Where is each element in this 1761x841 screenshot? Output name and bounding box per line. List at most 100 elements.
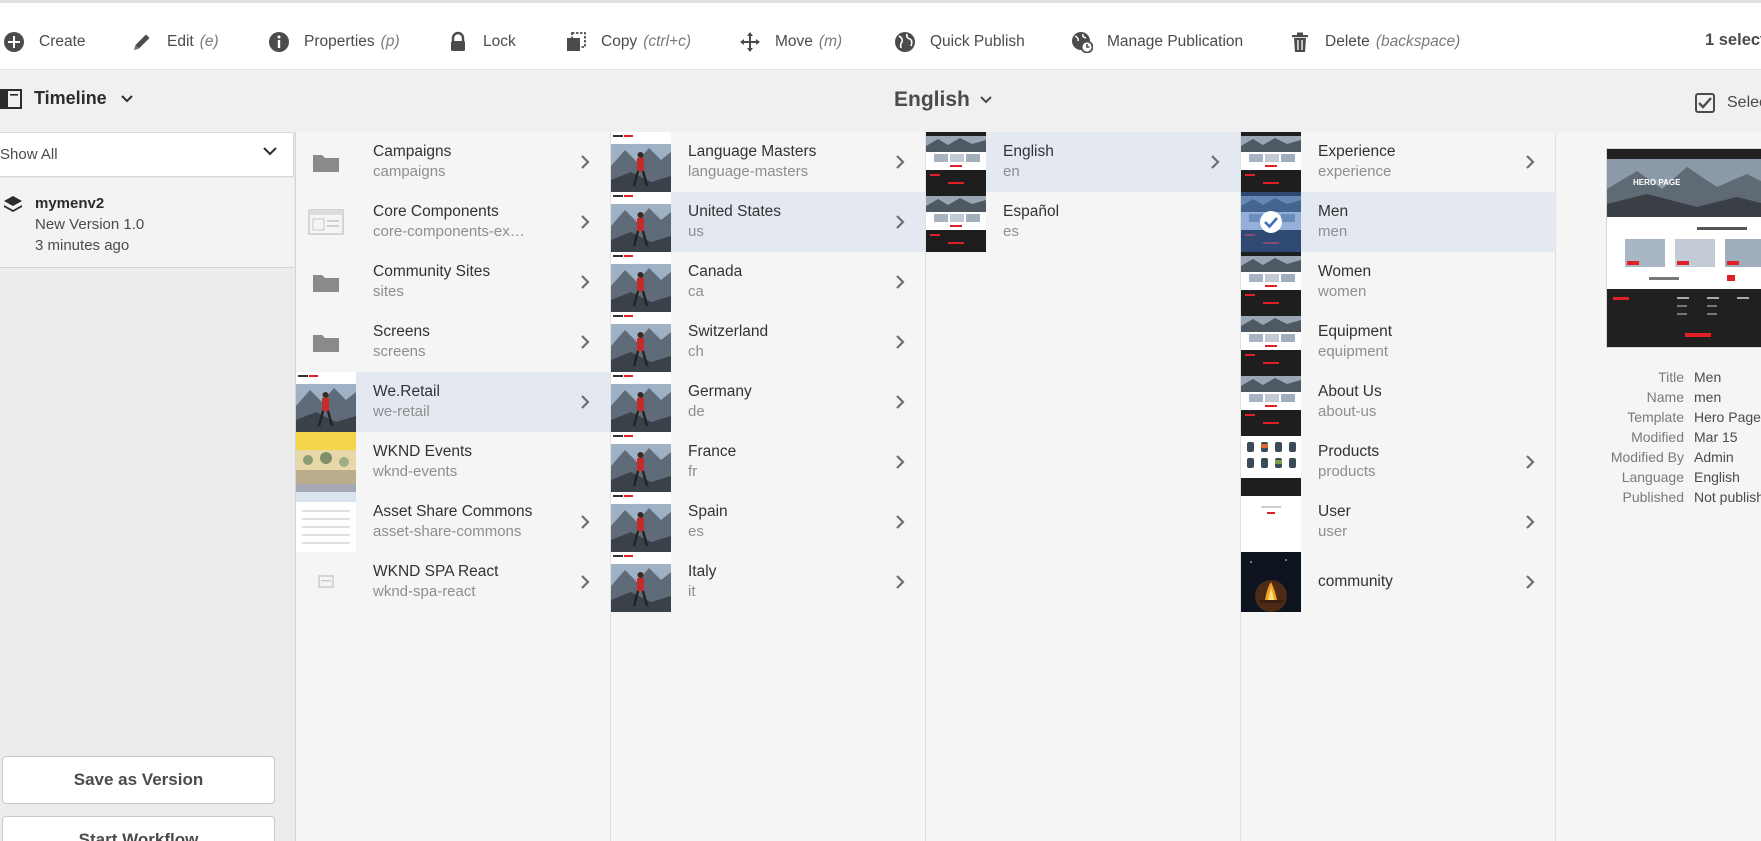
timeline-filter-dropdown[interactable]: Show All — [0, 132, 294, 177]
list-item[interactable]: United States us — [611, 192, 925, 252]
add-circle-icon — [4, 32, 24, 52]
rail-view-switcher[interactable]: Timeline — [0, 88, 133, 109]
column-we-retail: Language Masters language-masters United S… — [611, 132, 926, 841]
delete-button[interactable]: Delete (backspace) — [1289, 25, 1460, 59]
copy-button[interactable]: Copy (ctrl+c) — [565, 25, 691, 59]
chevron-right-icon[interactable] — [895, 274, 905, 290]
list-item[interactable]: User user — [1241, 492, 1555, 552]
item-path-name: de — [688, 403, 705, 420]
info-icon — [269, 32, 289, 52]
list-item[interactable]: Canada ca — [611, 252, 925, 312]
folder-icon — [296, 252, 356, 312]
pencil-icon — [134, 34, 150, 50]
item-path-name: us — [688, 223, 704, 240]
item-title: Men — [1318, 203, 1349, 220]
list-item[interactable]: English en — [926, 132, 1240, 192]
thumbnail-image — [611, 132, 671, 192]
list-item[interactable]: community — [1241, 552, 1555, 612]
thumbnail-image — [1241, 252, 1301, 312]
item-thumbnail — [296, 252, 356, 312]
list-item[interactable]: WKND SPA React wknd-spa-react — [296, 552, 610, 612]
list-item[interactable]: Germany de — [611, 372, 925, 432]
item-title: About Us — [1318, 383, 1382, 400]
create-label: Create — [39, 33, 86, 50]
language-switcher[interactable]: English — [894, 88, 992, 112]
chevron-right-icon[interactable] — [895, 334, 905, 350]
chevron-right-icon[interactable] — [580, 214, 590, 230]
edit-button[interactable]: Edit (e) — [131, 25, 219, 59]
edit-shortcut: (e) — [199, 33, 219, 50]
chevron-right-icon[interactable] — [895, 214, 905, 230]
column-united-states: English en Español es — [926, 132, 1241, 841]
folder-icon — [296, 312, 356, 372]
list-item[interactable]: Switzerland ch — [611, 312, 925, 372]
chevron-right-icon[interactable] — [1525, 454, 1535, 470]
list-item[interactable]: We.Retail we-retail — [296, 372, 610, 432]
item-title: United States — [688, 203, 782, 220]
list-item[interactable]: Language Masters language-masters — [611, 132, 925, 192]
thumbnail-image — [1241, 372, 1301, 432]
list-item[interactable]: Español es — [926, 192, 1240, 252]
item-path-name: about-us — [1318, 403, 1377, 420]
item-path-name: language-masters — [688, 163, 809, 180]
timeline-entry-version: New Version 1.0 — [35, 216, 145, 233]
preview-pane: HERO PAGE Title Men Name men Template Hero Pa… — [1556, 132, 1761, 841]
list-item[interactable]: About Us about-us — [1241, 372, 1555, 432]
create-button[interactable]: Create — [3, 25, 86, 59]
list-item[interactable]: Men men — [1241, 192, 1555, 252]
quick-publish-button[interactable]: Quick Publish — [894, 25, 1025, 59]
chevron-right-icon[interactable] — [580, 154, 590, 170]
item-title: Spain — [688, 503, 728, 520]
list-item[interactable]: Screens screens — [296, 312, 610, 372]
save-as-version-button[interactable]: Save as Version — [2, 756, 275, 804]
copy-label: Copy — [601, 33, 638, 50]
chevron-right-icon[interactable] — [580, 574, 590, 590]
start-workflow-button[interactable]: Start Workflow — [2, 816, 275, 841]
properties-button[interactable]: Properties (p) — [268, 25, 400, 59]
move-button[interactable]: Move (m) — [739, 25, 842, 59]
item-path-name: campaigns — [373, 163, 446, 180]
chevron-right-icon[interactable] — [580, 514, 590, 530]
chevron-right-icon[interactable] — [895, 574, 905, 590]
list-item[interactable]: Core Components core-components-examples — [296, 192, 610, 252]
thumbnail-image — [611, 492, 671, 552]
chevron-right-icon[interactable] — [580, 274, 590, 290]
thumbnail-image — [296, 552, 356, 612]
list-item[interactable]: Women women — [1241, 252, 1555, 312]
list-item[interactable]: Community Sites sites — [296, 252, 610, 312]
chevron-right-icon[interactable] — [895, 454, 905, 470]
manage-publication-button[interactable]: Manage Publication — [1071, 25, 1243, 59]
timeline-entry[interactable]: mymenv2 New Version 1.0 3 minutes ago — [0, 178, 294, 268]
item-path-name: en — [1003, 163, 1020, 180]
chevron-right-icon[interactable] — [895, 514, 905, 530]
item-path-name: user — [1318, 523, 1348, 540]
chevron-right-icon[interactable] — [580, 334, 590, 350]
chevron-right-icon[interactable] — [1525, 514, 1535, 530]
select-all-button[interactable]: Select All — [1695, 93, 1761, 113]
list-item[interactable]: France fr — [611, 432, 925, 492]
list-item[interactable]: Spain es — [611, 492, 925, 552]
item-thumbnail — [611, 432, 671, 492]
item-path-name: we-retail — [373, 403, 430, 420]
chevron-right-icon[interactable] — [895, 394, 905, 410]
lock-button[interactable]: Lock — [447, 25, 516, 59]
list-item[interactable]: Experience experience — [1241, 132, 1555, 192]
list-item[interactable]: Campaigns campaigns — [296, 132, 610, 192]
list-item[interactable]: Equipment equipment — [1241, 312, 1555, 372]
chevron-right-icon[interactable] — [1210, 154, 1220, 170]
chevron-right-icon[interactable] — [895, 154, 905, 170]
item-path-name: wknd-events — [373, 463, 458, 480]
chevron-right-icon[interactable] — [1525, 574, 1535, 590]
thumbnail-image — [611, 372, 671, 432]
list-item[interactable]: Asset Share Commons asset-share-commons — [296, 492, 610, 552]
item-title: Español — [1003, 203, 1060, 220]
chevron-right-icon[interactable] — [580, 394, 590, 410]
item-path-name: ca — [688, 283, 704, 300]
page-preview-thumbnail: HERO PAGE — [1606, 148, 1761, 348]
list-item[interactable]: Italy it — [611, 552, 925, 612]
thumbnail-image — [611, 192, 671, 252]
chevron-right-icon[interactable] — [1525, 154, 1535, 170]
thumbnail-image — [296, 492, 356, 552]
list-item[interactable]: WKND Events wknd-events — [296, 432, 610, 492]
list-item[interactable]: Products products — [1241, 432, 1555, 492]
